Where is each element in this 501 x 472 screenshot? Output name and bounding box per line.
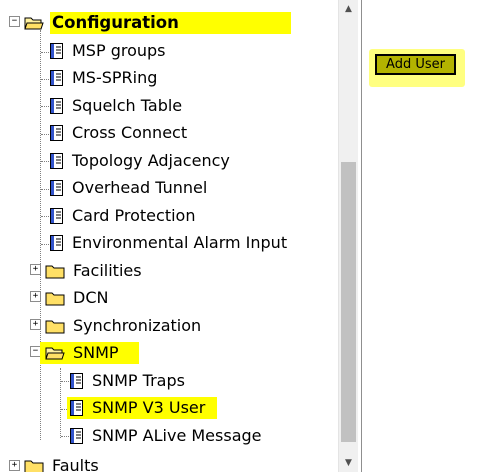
tree-folder-faults[interactable]: Faults — [24, 455, 101, 472]
tree-label-configuration: Configuration — [50, 12, 181, 34]
document-icon — [50, 43, 63, 59]
tree-item-ms-spring[interactable]: MS-SPRing — [50, 67, 159, 89]
document-icon — [50, 153, 63, 169]
folder-icon — [45, 292, 65, 306]
folder-icon — [45, 265, 65, 279]
tree-item-overhead-tunnel[interactable]: Overhead Tunnel — [50, 177, 209, 199]
scroll-thumb[interactable] — [341, 162, 356, 442]
document-icon — [70, 400, 83, 416]
tree-item-label: Environmental Alarm Input — [72, 233, 288, 252]
tree-folder-synchronization[interactable]: Synchronization — [45, 315, 203, 337]
tree-item-cross-connect[interactable]: Cross Connect — [50, 122, 189, 144]
tree-item-label: Overhead Tunnel — [72, 178, 208, 197]
expand-dcn-expander[interactable]: + — [30, 291, 41, 302]
tree-item-label: SNMP V3 User — [92, 398, 206, 417]
document-icon — [70, 428, 83, 444]
tree-folder-snmp[interactable]: SNMP — [40, 342, 139, 364]
tree-item-label: Cross Connect — [72, 123, 188, 142]
tree-item-snmp-traps[interactable]: SNMP Traps — [70, 370, 187, 392]
tree-folder-label: DCN — [73, 288, 109, 307]
tree-item-card-protection[interactable]: Card Protection — [50, 205, 197, 227]
tree-item-topology-adjacency[interactable]: Topology Adjacency — [50, 150, 232, 172]
collapse-configuration-expander[interactable]: − — [9, 16, 20, 27]
tree-item-label: MS-SPRing — [72, 68, 158, 87]
open-folder-icon — [45, 347, 65, 360]
tree-item-snmp-v3-user[interactable]: SNMP V3 User — [67, 397, 218, 419]
expand-faults-expander[interactable]: + — [9, 460, 20, 471]
tree-item-squelch-table[interactable]: Squelch Table — [50, 95, 184, 117]
tree-item-snmp-alive-message[interactable]: SNMP ALive Message — [70, 425, 264, 447]
tree-item-label: MSP groups — [72, 41, 166, 60]
document-icon — [50, 70, 63, 86]
document-icon — [50, 125, 63, 141]
document-icon — [70, 373, 83, 389]
folder-icon — [45, 320, 65, 334]
document-icon — [50, 208, 63, 224]
tree-folder-label: Synchronization — [73, 316, 202, 335]
document-icon — [50, 180, 63, 196]
selection-highlight — [180, 12, 291, 34]
navigation-tree: − Configuration MSP groups MS-SPRing Squ… — [0, 0, 338, 472]
tree-folder-label: SNMP — [73, 343, 119, 362]
tree-folder-facilities[interactable]: Facilities — [45, 260, 144, 282]
open-folder-icon — [24, 17, 44, 30]
tree-item-label: SNMP ALive Message — [92, 426, 262, 445]
scroll-down-icon[interactable]: ▼ — [339, 454, 358, 472]
scroll-up-icon[interactable]: ▲ — [339, 0, 358, 18]
snmp-highlight: SNMP — [40, 342, 139, 364]
expand-facilities-expander[interactable]: + — [30, 264, 41, 275]
folder-icon — [24, 460, 44, 472]
tree-folder-dcn[interactable]: DCN — [45, 287, 110, 309]
tree-item-msp-groups[interactable]: MSP groups — [50, 40, 168, 62]
tree-item-label: Topology Adjacency — [72, 151, 230, 170]
tree-node-configuration[interactable]: Configuration — [24, 12, 291, 34]
tree-item-label: Squelch Table — [72, 96, 183, 115]
tree-scrollbar[interactable]: ▲ ▼ — [338, 0, 358, 472]
document-icon — [50, 235, 63, 251]
add-user-button[interactable]: Add User — [375, 54, 456, 75]
tree-item-label: SNMP Traps — [92, 371, 185, 390]
expand-synchronization-expander[interactable]: + — [30, 319, 41, 330]
document-icon — [50, 98, 63, 114]
tree-folder-label: Faults — [52, 456, 99, 472]
tree-folder-label: Facilities — [73, 261, 142, 280]
tree-item-environmental-alarm-input[interactable]: Environmental Alarm Input — [50, 232, 289, 254]
tree-item-label: Card Protection — [72, 206, 196, 225]
pane-divider[interactable] — [361, 0, 362, 472]
